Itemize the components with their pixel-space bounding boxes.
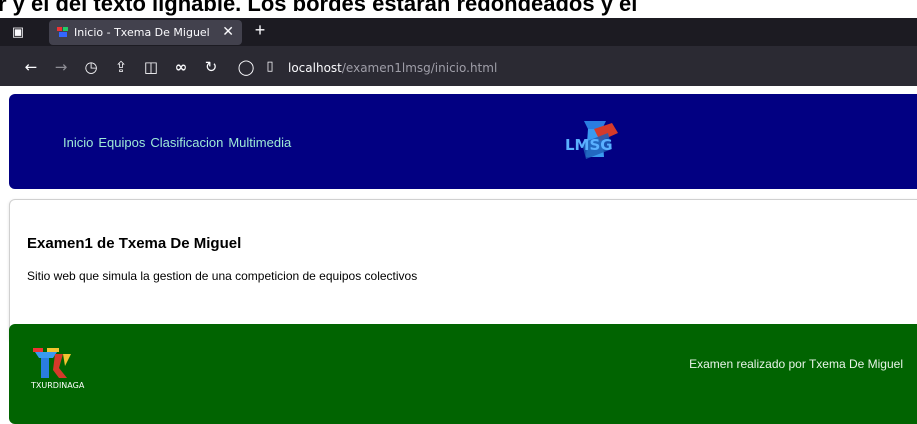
reload-icon[interactable]: ↻: [202, 58, 220, 76]
url-bar[interactable]: localhost/examen1lmsg/inicio.html: [288, 61, 497, 75]
browser-tab[interactable]: Inicio - Txema De Miguel ✕: [49, 20, 242, 45]
document-text-clip: r y el del texto lighable. Los bordes es…: [0, 0, 917, 18]
menu-link-clasificacion[interactable]: Clasificacion: [150, 135, 223, 150]
close-tab-icon[interactable]: ✕: [222, 23, 234, 40]
menu-link-equipos[interactable]: Equipos: [98, 135, 145, 150]
history-icon[interactable]: ◷: [82, 58, 100, 76]
tab-list-icon[interactable]: ▣: [8, 22, 28, 42]
page-icon: ▯: [266, 59, 274, 74]
forward-icon[interactable]: →: [52, 58, 70, 76]
site-favicon-icon: [57, 27, 68, 37]
main-menu: Inicio Equipos Clasificacion Multimedia: [63, 135, 291, 150]
new-tab-icon[interactable]: +: [250, 20, 270, 41]
browser-nav-bar: ← → ◷ ⇪ ◫ ∞ ↻ ◯ ▯ localhost/examen1lmsg/…: [0, 46, 917, 86]
menu-link-multimedia[interactable]: Multimedia: [228, 135, 291, 150]
shield-icon[interactable]: ◯: [237, 58, 255, 76]
svg-text:LMSG: LMSG: [565, 136, 613, 154]
tab-title: Inicio - Txema De Miguel: [74, 26, 210, 39]
site-footer: TXURDINAGA Examen realizado por Txema De…: [9, 324, 917, 424]
lmsg-logo-icon: LMSG: [565, 121, 618, 159]
svg-text:TXURDINAGA: TXURDINAGA: [30, 381, 85, 390]
page-title: Examen1 de Txema De Miguel: [27, 235, 242, 252]
infinity-icon[interactable]: ∞: [172, 58, 190, 76]
url-host: localhost: [288, 61, 342, 75]
clipped-heading-text: r y el del texto lighable. Los bordes es…: [0, 0, 638, 16]
page-description: Sitio web que simula la gestion de una c…: [27, 269, 418, 283]
web-page: Inicio Equipos Clasificacion Multimedia …: [0, 86, 917, 424]
sidebar-icon[interactable]: ◫: [142, 58, 160, 76]
bookmark-icon[interactable]: ⇪: [112, 58, 130, 76]
footer-credit: Examen realizado por Txema De Miguel: [689, 357, 903, 371]
txurdinaga-logo-icon: TXURDINAGA: [30, 348, 85, 390]
back-icon[interactable]: ←: [22, 58, 40, 76]
site-header: Inicio Equipos Clasificacion Multimedia …: [9, 94, 917, 189]
main-content-card: Examen1 de Txema De Miguel Sitio web que…: [9, 199, 917, 342]
url-path: /examen1lmsg/inicio.html: [341, 61, 498, 75]
menu-link-inicio[interactable]: Inicio: [63, 135, 93, 150]
browser-tab-bar: ▣ Inicio - Txema De Miguel ✕ +: [0, 18, 917, 46]
